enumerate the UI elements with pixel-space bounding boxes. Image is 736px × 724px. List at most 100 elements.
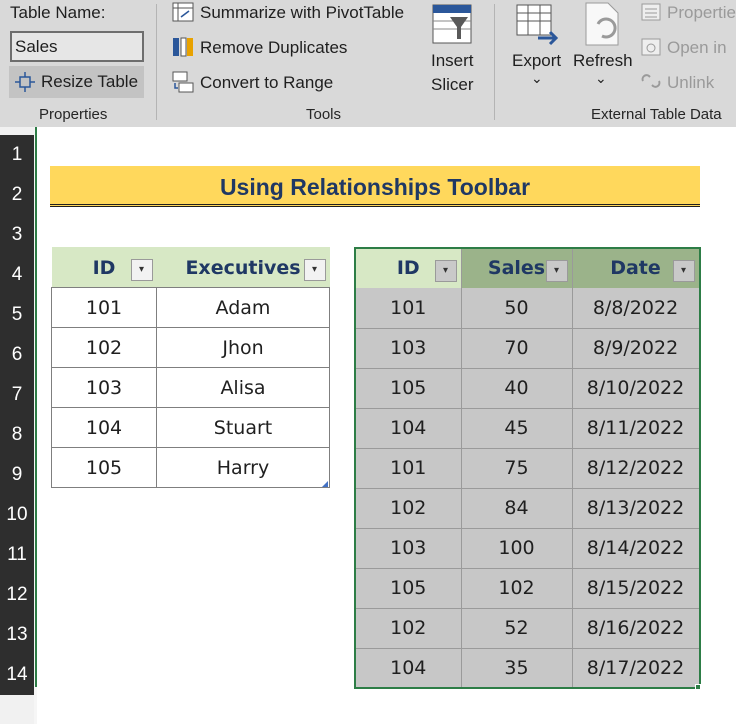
table-resize-handle[interactable]: [322, 481, 328, 487]
table-cell[interactable]: 102: [356, 488, 462, 529]
row-number[interactable]: 1: [0, 135, 34, 175]
row-number[interactable]: 8: [0, 415, 34, 455]
row-number[interactable]: 12: [0, 575, 34, 615]
table-row: 104 45 8/11/2022: [356, 408, 700, 449]
row-number[interactable]: 10: [0, 495, 34, 535]
filter-dropdown-icon[interactable]: ▾: [545, 260, 568, 282]
table-cell[interactable]: 102: [51, 327, 157, 368]
filter-dropdown-icon[interactable]: ▾: [434, 260, 457, 282]
table-cell[interactable]: 50: [461, 288, 573, 329]
header-sales: Sales: [487, 257, 546, 279]
remove-duplicates-label: Remove Duplicates: [200, 38, 348, 57]
refresh-icon: [585, 2, 619, 46]
table-cell[interactable]: 40: [461, 368, 573, 409]
group-separator: [494, 4, 495, 120]
table-row: 101 50 8/8/2022: [356, 288, 700, 329]
header-cell[interactable]: ID ▾: [356, 248, 462, 288]
table-cell[interactable]: 103: [51, 367, 157, 408]
resize-table-button[interactable]: Resize Table: [9, 66, 144, 98]
table-cell[interactable]: 8/9/2022: [572, 328, 700, 369]
table-row: 104 35 8/17/2022: [356, 648, 700, 689]
table-cell[interactable]: 103: [356, 528, 462, 569]
ribbon: Table Name: Resize Table Properties Summ…: [0, 0, 736, 127]
row-number[interactable]: 7: [0, 375, 34, 415]
table-cell[interactable]: 103: [356, 328, 462, 369]
table-cell[interactable]: 105: [51, 447, 157, 488]
table-cell[interactable]: 8/15/2022: [572, 568, 700, 609]
table-cell[interactable]: 101: [356, 448, 462, 489]
header-cell[interactable]: Date ▾: [572, 248, 700, 288]
remove-duplicates-icon: [173, 37, 193, 57]
selection-indicator: [35, 127, 37, 687]
table-cell[interactable]: Jhon: [156, 327, 330, 368]
slicer-icon: [432, 4, 472, 44]
chevron-down-icon: ⌄: [595, 70, 607, 86]
row-number[interactable]: 13: [0, 615, 34, 655]
insert-slicer-label-1: Insert: [431, 51, 474, 70]
row-number[interactable]: 2: [0, 175, 34, 215]
row-number[interactable]: 14: [0, 655, 34, 695]
header-cell[interactable]: ID ▾: [51, 247, 157, 288]
table-row: 105 Harry: [51, 447, 330, 488]
table-cell[interactable]: 8/16/2022: [572, 608, 700, 649]
table-cell[interactable]: Stuart: [156, 407, 330, 448]
table-cell[interactable]: 8/14/2022: [572, 528, 700, 569]
table-row: 103 70 8/9/2022: [356, 328, 700, 369]
table-cell[interactable]: 70: [461, 328, 573, 369]
row-number[interactable]: 5: [0, 295, 34, 335]
table-cell[interactable]: 104: [356, 408, 462, 449]
table-row: 102 52 8/16/2022: [356, 608, 700, 649]
table-cell[interactable]: 104: [51, 407, 157, 448]
sales-table: ID ▾ Sales ▾ Date ▾ 101 50 8/8/2022 103 70 8/9/…: [356, 248, 700, 689]
header-date: Date: [610, 257, 661, 279]
unlink-icon: [641, 74, 661, 88]
table-cell[interactable]: 8/11/2022: [572, 408, 700, 449]
summarize-pivottable-label: Summarize with PivotTable: [200, 3, 405, 22]
filter-dropdown-icon[interactable]: ▾: [130, 259, 153, 281]
table-header-row: ID ▾ Executives ▾: [51, 247, 330, 288]
row-number[interactable]: 11: [0, 535, 34, 575]
table-cell[interactable]: 8/13/2022: [572, 488, 700, 529]
table-cell[interactable]: 105: [356, 368, 462, 409]
table-row: 101 Adam: [51, 287, 330, 328]
table-cell[interactable]: 8/8/2022: [572, 288, 700, 329]
unlink-label: Unlink: [667, 73, 715, 92]
table-cell[interactable]: Harry: [156, 447, 330, 488]
table-row: 102 Jhon: [51, 327, 330, 368]
table-row: 103 Alisa: [51, 367, 330, 408]
filter-dropdown-icon[interactable]: ▾: [303, 259, 326, 281]
table-name-input[interactable]: [10, 31, 144, 62]
sheet-title[interactable]: Using Relationships Toolbar: [50, 166, 700, 207]
table-cell[interactable]: 45: [461, 408, 573, 449]
row-number[interactable]: 6: [0, 335, 34, 375]
export-label: Export: [512, 51, 562, 70]
table-cell[interactable]: Alisa: [156, 367, 330, 408]
table-cell[interactable]: 35: [461, 648, 573, 689]
table-cell[interactable]: 84: [461, 488, 573, 529]
table-cell[interactable]: 101: [356, 288, 462, 329]
table-cell[interactable]: 75: [461, 448, 573, 489]
table-cell[interactable]: 8/12/2022: [572, 448, 700, 489]
table-cell[interactable]: 102: [356, 608, 462, 649]
properties-label: Propertie: [667, 3, 736, 22]
table-cell[interactable]: 102: [461, 568, 573, 609]
table-cell[interactable]: 8/17/2022: [572, 648, 700, 689]
table-cell[interactable]: 101: [51, 287, 157, 328]
table-cell[interactable]: 100: [461, 528, 573, 569]
row-number[interactable]: 4: [0, 255, 34, 295]
convert-to-range-label: Convert to Range: [200, 73, 334, 92]
row-number[interactable]: 3: [0, 215, 34, 255]
convert-to-range-icon: [172, 71, 194, 93]
open-in-label: Open in: [667, 38, 727, 57]
table-cell[interactable]: 52: [461, 608, 573, 649]
table-cell[interactable]: Adam: [156, 287, 330, 328]
header-cell[interactable]: Executives ▾: [156, 247, 330, 288]
header-cell[interactable]: Sales ▾: [461, 248, 573, 288]
table-cell[interactable]: 104: [356, 648, 462, 689]
filter-dropdown-icon[interactable]: ▾: [672, 260, 695, 282]
fill-handle[interactable]: [695, 684, 701, 690]
table-name-label: Table Name:: [10, 3, 106, 22]
row-number[interactable]: 9: [0, 455, 34, 495]
table-cell[interactable]: 105: [356, 568, 462, 609]
table-cell[interactable]: 8/10/2022: [572, 368, 700, 409]
